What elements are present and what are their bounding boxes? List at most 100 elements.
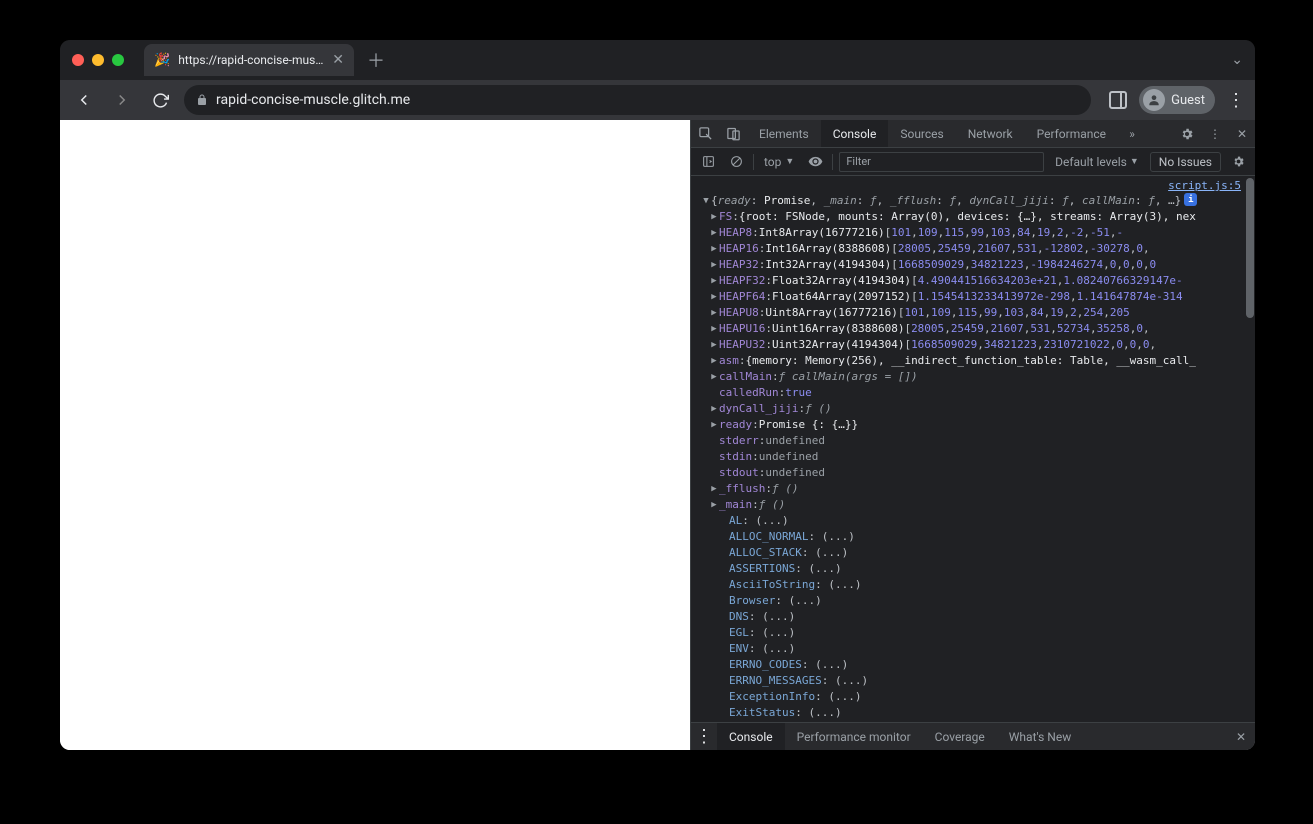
object-property-row[interactable]: ▶_fflush: ƒ () xyxy=(691,481,1255,497)
caret-down-icon[interactable]: ▼ xyxy=(701,193,711,209)
device-toolbar-icon[interactable] xyxy=(719,120,747,148)
object-property-row[interactable]: calledRun: true xyxy=(691,385,1255,401)
caret-right-icon[interactable]: ▶ xyxy=(709,321,719,337)
object-summary[interactable]: ▼ {ready: Promise, _main: ƒ, _fflush: ƒ,… xyxy=(691,193,1255,209)
address-bar: rapid-concise-muscle.glitch.me Guest ⋮ xyxy=(60,80,1255,120)
reload-button[interactable] xyxy=(146,86,174,114)
caret-right-icon[interactable]: ▶ xyxy=(709,401,719,417)
devtools-close-icon[interactable]: ✕ xyxy=(1229,120,1255,148)
object-lazy-property[interactable]: ENV: (...) xyxy=(691,641,1255,657)
object-property-row[interactable]: stdout: undefined xyxy=(691,465,1255,481)
scrollbar-thumb[interactable] xyxy=(1246,178,1254,318)
devtools-settings-icon[interactable] xyxy=(1173,120,1201,148)
devtools-tab-elements[interactable]: Elements xyxy=(747,120,821,147)
devtools-panel: ElementsConsoleSourcesNetworkPerformance… xyxy=(690,120,1255,750)
object-property-row[interactable]: ▶HEAPF32: Float32Array(4194304) [4.49044… xyxy=(691,273,1255,289)
close-window-button[interactable] xyxy=(72,54,84,66)
drawer-tab-console[interactable]: Console xyxy=(717,723,785,750)
object-property-row[interactable]: ▶HEAP16: Int16Array(8388608) [28005, 254… xyxy=(691,241,1255,257)
close-tab-icon[interactable]: ✕ xyxy=(332,52,344,68)
source-link-row: script.js:5 xyxy=(691,178,1255,193)
devtools-tab-console[interactable]: Console xyxy=(821,120,889,147)
page-viewport xyxy=(60,120,690,750)
object-property-row[interactable]: ▶_main: ƒ () xyxy=(691,497,1255,513)
object-lazy-property[interactable]: EGL: (...) xyxy=(691,625,1255,641)
object-property-row[interactable]: ▶FS: {root: FSNode, mounts: Array(0), de… xyxy=(691,209,1255,225)
omnibox[interactable]: rapid-concise-muscle.glitch.me xyxy=(184,85,1091,115)
forward-button[interactable] xyxy=(108,86,136,114)
tab-list-chevron-icon[interactable]: ⌄ xyxy=(1231,52,1243,68)
issues-button[interactable]: No Issues xyxy=(1150,152,1221,172)
caret-right-icon[interactable]: ▶ xyxy=(709,337,719,353)
avatar-icon xyxy=(1143,89,1165,111)
devtools-tab-network[interactable]: Network xyxy=(956,120,1025,147)
live-expression-icon[interactable] xyxy=(804,151,826,173)
inspect-element-icon[interactable] xyxy=(691,120,719,148)
object-property-row[interactable]: ▶ready: Promise {: {…}} xyxy=(691,417,1255,433)
caret-right-icon[interactable]: ▶ xyxy=(709,257,719,273)
object-property-row[interactable]: ▶callMain: ƒ callMain(args = []) xyxy=(691,369,1255,385)
caret-right-icon[interactable]: ▶ xyxy=(709,241,719,257)
caret-right-icon[interactable]: ▶ xyxy=(709,497,719,513)
drawer-tab-coverage[interactable]: Coverage xyxy=(923,723,997,750)
source-link[interactable]: script.js:5 xyxy=(1168,179,1241,192)
side-panel-icon[interactable] xyxy=(1109,91,1127,109)
object-property-row[interactable]: ▶HEAP32: Int32Array(4194304) [1668509029… xyxy=(691,257,1255,273)
object-lazy-property[interactable]: AL: (...) xyxy=(691,513,1255,529)
object-lazy-property[interactable]: Browser: (...) xyxy=(691,593,1255,609)
object-property-row[interactable]: ▶dynCall_jiji: ƒ () xyxy=(691,401,1255,417)
drawer-tab-what's new[interactable]: What's New xyxy=(997,723,1083,750)
object-property-row[interactable]: ▶HEAPU8: Uint8Array(16777216) [101, 109,… xyxy=(691,305,1255,321)
object-lazy-property[interactable]: ALLOC_NORMAL: (...) xyxy=(691,529,1255,545)
execution-context-select[interactable]: top ▼ xyxy=(760,155,798,169)
devtools-tab-sources[interactable]: Sources xyxy=(888,120,955,147)
object-lazy-property[interactable]: DNS: (...) xyxy=(691,609,1255,625)
back-button[interactable] xyxy=(70,86,98,114)
lock-icon xyxy=(196,94,208,106)
filter-input[interactable]: Filter xyxy=(839,152,1044,172)
caret-right-icon[interactable]: ▶ xyxy=(709,369,719,385)
clear-console-icon[interactable] xyxy=(725,151,747,173)
caret-right-icon[interactable]: ▶ xyxy=(709,481,719,497)
console-settings-icon[interactable] xyxy=(1227,151,1249,173)
object-property-row[interactable]: stdin: undefined xyxy=(691,449,1255,465)
object-lazy-property[interactable]: AsciiToString: (...) xyxy=(691,577,1255,593)
profile-chip[interactable]: Guest xyxy=(1139,86,1215,114)
drawer-tab-performance monitor[interactable]: Performance monitor xyxy=(785,723,923,750)
object-property-row[interactable]: ▶asm: {memory: Memory(256), __indirect_f… xyxy=(691,353,1255,369)
log-levels-select[interactable]: Default levels ▼ xyxy=(1050,154,1144,170)
object-lazy-property[interactable]: ERRNO_CODES: (...) xyxy=(691,657,1255,673)
devtools-menu-icon[interactable]: ⋮ xyxy=(1201,120,1229,148)
object-property-row[interactable]: ▶HEAPU16: Uint16Array(8388608) [28005, 2… xyxy=(691,321,1255,337)
window-controls xyxy=(72,54,124,66)
context-label: top xyxy=(764,155,781,169)
chrome-menu-icon[interactable]: ⋮ xyxy=(1227,90,1245,111)
drawer-menu-icon[interactable]: ⋮ xyxy=(691,726,717,747)
object-lazy-property[interactable]: ALLOC_STACK: (...) xyxy=(691,545,1255,561)
object-lazy-property[interactable]: ExceptionInfo: (...) xyxy=(691,689,1255,705)
caret-right-icon[interactable]: ▶ xyxy=(709,289,719,305)
maximize-window-button[interactable] xyxy=(112,54,124,66)
new-tab-button[interactable]: ＋ xyxy=(362,46,390,74)
console-output: script.js:5 ▼ {ready: Promise, _main: ƒ,… xyxy=(691,176,1255,722)
minimize-window-button[interactable] xyxy=(92,54,104,66)
object-property-row[interactable]: ▶HEAPU32: Uint32Array(4194304) [16685090… xyxy=(691,337,1255,353)
devtools-tab-performance[interactable]: Performance xyxy=(1025,120,1118,147)
object-property-row[interactable]: ▶HEAPF64: Float64Array(2097152) [1.15454… xyxy=(691,289,1255,305)
caret-right-icon[interactable]: ▶ xyxy=(709,417,719,433)
object-lazy-property[interactable]: ExitStatus: (...) xyxy=(691,705,1255,721)
caret-right-icon[interactable]: ▶ xyxy=(709,209,719,225)
caret-right-icon[interactable]: ▶ xyxy=(709,273,719,289)
content-area: ElementsConsoleSourcesNetworkPerformance… xyxy=(60,120,1255,750)
more-tabs-chevron-icon[interactable]: » xyxy=(1118,120,1146,148)
drawer-close-icon[interactable]: ✕ xyxy=(1227,723,1255,751)
object-lazy-property[interactable]: ERRNO_MESSAGES: (...) xyxy=(691,673,1255,689)
browser-tab[interactable]: 🎉 https://rapid-concise-muscle.g ✕ xyxy=(144,44,354,76)
object-lazy-property[interactable]: ASSERTIONS: (...) xyxy=(691,561,1255,577)
caret-right-icon[interactable]: ▶ xyxy=(709,353,719,369)
object-property-row[interactable]: stderr: undefined xyxy=(691,433,1255,449)
caret-right-icon[interactable]: ▶ xyxy=(709,305,719,321)
caret-right-icon[interactable]: ▶ xyxy=(709,225,719,241)
object-property-row[interactable]: ▶HEAP8: Int8Array(16777216) [101, 109, 1… xyxy=(691,225,1255,241)
console-sidebar-toggle-icon[interactable] xyxy=(697,151,719,173)
